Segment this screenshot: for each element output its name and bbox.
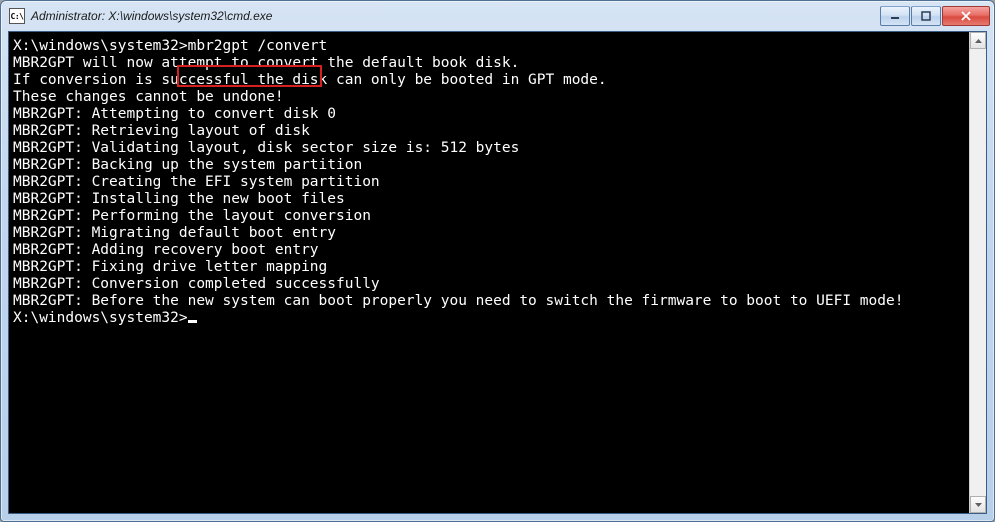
output-line: MBR2GPT: Attempting to convert disk 0 bbox=[13, 106, 969, 123]
output-line: MBR2GPT: Validating layout, disk sector … bbox=[13, 140, 969, 157]
output-line: MBR2GPT: Backing up the system partition bbox=[13, 157, 969, 174]
prompt-path: X:\windows\system32> bbox=[13, 38, 188, 54]
output-line: If conversion is successful the disk can… bbox=[13, 72, 969, 89]
scroll-down-button[interactable] bbox=[970, 496, 986, 513]
window-controls bbox=[880, 6, 990, 26]
terminal-output[interactable]: X:\windows\system32>mbr2gpt /convertMBR2… bbox=[9, 32, 969, 513]
chevron-up-icon bbox=[975, 39, 982, 43]
maximize-button[interactable] bbox=[911, 6, 941, 26]
minimize-icon bbox=[890, 11, 900, 21]
output-line: MBR2GPT: Adding recovery boot entry bbox=[13, 242, 969, 259]
close-button[interactable] bbox=[942, 6, 990, 26]
chevron-down-icon bbox=[975, 503, 982, 507]
output-line: MBR2GPT: Before the new system can boot … bbox=[13, 293, 969, 310]
output-line: MBR2GPT: Conversion completed successful… bbox=[13, 276, 969, 293]
close-icon bbox=[960, 11, 972, 21]
output-line: These changes cannot be undone! bbox=[13, 89, 969, 106]
output-line: MBR2GPT: Installing the new boot files bbox=[13, 191, 969, 208]
output-line: MBR2GPT: Retrieving layout of disk bbox=[13, 123, 969, 140]
output-line: MBR2GPT: Performing the layout conversio… bbox=[13, 208, 969, 225]
prompt-path: X:\windows\system32> bbox=[13, 310, 188, 326]
vertical-scrollbar[interactable] bbox=[969, 32, 986, 513]
minimize-button[interactable] bbox=[880, 6, 910, 26]
typed-command: mbr2gpt /convert bbox=[188, 38, 328, 54]
cursor bbox=[188, 320, 197, 323]
client-area: X:\windows\system32>mbr2gpt /convertMBR2… bbox=[8, 31, 987, 514]
output-line: MBR2GPT: Migrating default boot entry bbox=[13, 225, 969, 242]
output-line: MBR2GPT: Fixing drive letter mapping bbox=[13, 259, 969, 276]
cmd-icon: C:\ bbox=[9, 8, 25, 24]
output-line: MBR2GPT will now attempt to convert the … bbox=[13, 55, 969, 72]
scroll-up-button[interactable] bbox=[970, 32, 986, 49]
titlebar[interactable]: C:\ Administrator: X:\windows\system32\c… bbox=[1, 1, 994, 31]
scroll-track[interactable] bbox=[970, 49, 986, 496]
window-title: Administrator: X:\windows\system32\cmd.e… bbox=[31, 9, 272, 23]
output-line: MBR2GPT: Creating the EFI system partiti… bbox=[13, 174, 969, 191]
maximize-icon bbox=[921, 11, 931, 21]
cmd-window: C:\ Administrator: X:\windows\system32\c… bbox=[0, 0, 995, 522]
